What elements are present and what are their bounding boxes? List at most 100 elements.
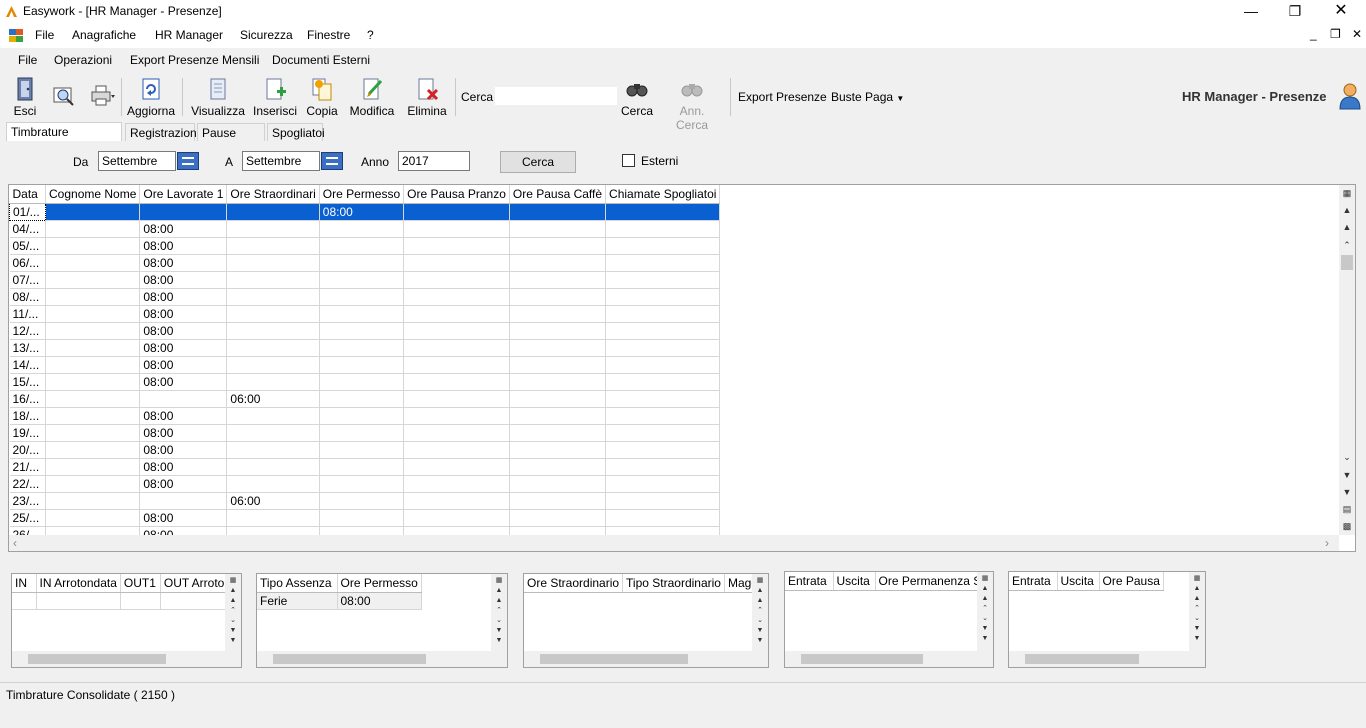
column-chooser-icon[interactable]: ▦ [1190,574,1204,584]
table-cell[interactable] [403,220,510,238]
table-cell[interactable] [45,271,141,289]
table-cell[interactable] [605,254,721,272]
scroll-thumb[interactable] [28,654,166,664]
table-cell[interactable] [509,322,607,340]
table-row[interactable]: 23/... 06:00 [9,492,721,510]
table-cell[interactable] [319,305,405,323]
table-cell[interactable] [226,322,320,340]
table-cell[interactable] [605,458,721,476]
column-header[interactable]: OUT1 [120,574,161,593]
column-header[interactable]: Uscita [1057,572,1100,591]
table-cell[interactable] [605,407,721,425]
table-row[interactable]: 11/... 08:00 [9,305,721,323]
column-header[interactable]: Uscita [833,572,876,591]
table-cell[interactable]: 15/... [9,373,46,391]
table-row[interactable]: 13/... 08:00 [9,339,721,357]
cerca-button[interactable]: Cerca [500,151,576,173]
elimina-button[interactable]: Elimina [404,74,450,120]
table-row[interactable]: 20/... 08:00 [9,441,721,459]
column-header[interactable]: Ore Pausa [1099,572,1164,591]
mini-horizontal-scrollbar[interactable] [1009,651,1205,667]
table-cell[interactable] [12,592,37,610]
scroll-thumb[interactable] [1025,654,1139,664]
table-row[interactable]: 01/... 08:00 [9,202,721,221]
scroll-thumb[interactable] [273,654,426,664]
column-header[interactable]: Chiamate Spogliatoi [605,185,721,204]
table-cell[interactable]: 19/... [9,424,46,442]
table-row[interactable]: 14/... 08:00 [9,356,721,374]
table-cell[interactable] [509,390,607,408]
copia-button[interactable]: Copia [304,74,340,120]
table-cell[interactable]: 08:00 [139,237,228,255]
menu2-export-presenze-mensili[interactable]: Export Presenze Mensili [130,53,259,67]
table-cell[interactable]: 08:00 [139,339,228,357]
table-row[interactable]: 08/... 08:00 [9,288,721,306]
scroll-up-icon[interactable]: ⌃ [1340,239,1354,251]
table-cell[interactable] [509,356,607,374]
table-cell[interactable] [403,322,510,340]
table-cell[interactable] [509,441,607,459]
table-cell[interactable] [403,492,510,510]
table-cell[interactable] [45,390,141,408]
table-cell[interactable] [319,390,405,408]
mini-vertical-scrollbar[interactable]: ▦ ▲ ▲ ⌃ ⌄ ▼ ▼ [752,574,768,651]
table-cell[interactable] [120,592,161,610]
column-header[interactable]: Tipo Straordinario [622,574,725,593]
column-header[interactable]: OUT Arroton [160,574,225,593]
modifica-button[interactable]: Modifica [346,74,398,120]
menu2-documenti-esterni[interactable]: Documenti Esterni [272,53,370,67]
table-cell[interactable] [226,237,320,255]
vertical-scrollbar[interactable]: ▦ ▲ ▲ ⌃ ⌄ ▼ ▼ ▤ ▩ [1339,185,1355,535]
print-button[interactable] [84,74,120,120]
child-close-button[interactable]: ✕ [1352,27,1362,41]
table-cell[interactable]: 08:00 [139,254,228,272]
table-cell[interactable] [319,356,405,374]
table-cell[interactable] [45,492,141,510]
table-cell[interactable] [509,254,607,272]
table-cell[interactable]: 06/... [9,254,46,272]
table-cell[interactable] [160,592,225,610]
scroll-up-icon[interactable]: ⌃ [1190,604,1204,614]
column-header[interactable]: Ore Straordinari [226,185,320,204]
table-cell[interactable] [226,305,320,323]
table-cell[interactable] [319,254,405,272]
prev-page-icon[interactable]: ▲ [978,594,992,604]
table-cell[interactable] [45,526,141,535]
table-cell[interactable]: 25/... [9,509,46,527]
table-cell[interactable] [319,509,405,527]
table-cell[interactable] [226,271,320,289]
table-cell[interactable] [403,373,510,391]
scroll-up-icon[interactable]: ⌃ [492,606,506,616]
scroll-up-icon[interactable]: ⌃ [753,606,767,616]
table-cell[interactable] [605,203,721,221]
scroll-thumb[interactable] [1341,255,1353,270]
last-record-icon[interactable]: ▼ [1340,486,1354,498]
table-cell[interactable]: 06:00 [226,492,320,510]
menu2-operazioni[interactable]: Operazioni [54,53,112,67]
column-header[interactable]: Entrata [785,572,834,591]
table-cell[interactable] [509,509,607,527]
table-cell[interactable] [226,424,320,442]
minimize-button[interactable]: — [1228,0,1274,24]
table-cell[interactable] [45,254,141,272]
first-record-icon[interactable]: ▲ [1340,204,1354,216]
table-cell[interactable]: 12/... [9,322,46,340]
table-cell[interactable]: 08:00 [139,322,228,340]
table-cell[interactable]: 08:00 [337,592,422,610]
last-record-icon[interactable]: ▼ [492,636,506,646]
cerca-toolbar-button[interactable]: Cerca [620,74,654,120]
ann-cerca-button[interactable]: Ann. Cerca [662,74,722,132]
menu2-file[interactable]: File [18,53,37,67]
table-row[interactable]: 21/... 08:00 [9,458,721,476]
table-cell[interactable]: 13/... [9,339,46,357]
table-cell[interactable] [403,271,510,289]
column-header[interactable]: Magg [724,574,752,593]
inserisci-button[interactable]: Inserisci [252,74,298,120]
child-restore-button[interactable]: ❐ [1330,27,1341,41]
mini-vertical-scrollbar[interactable]: ▦ ▲ ▲ ⌃ ⌄ ▼ ▼ [225,574,241,651]
column-header[interactable]: Entrata [1009,572,1058,591]
table-cell[interactable] [139,203,228,221]
table-cell[interactable] [403,509,510,527]
da-calendar-button[interactable] [177,152,199,170]
table-cell[interactable] [226,526,320,535]
